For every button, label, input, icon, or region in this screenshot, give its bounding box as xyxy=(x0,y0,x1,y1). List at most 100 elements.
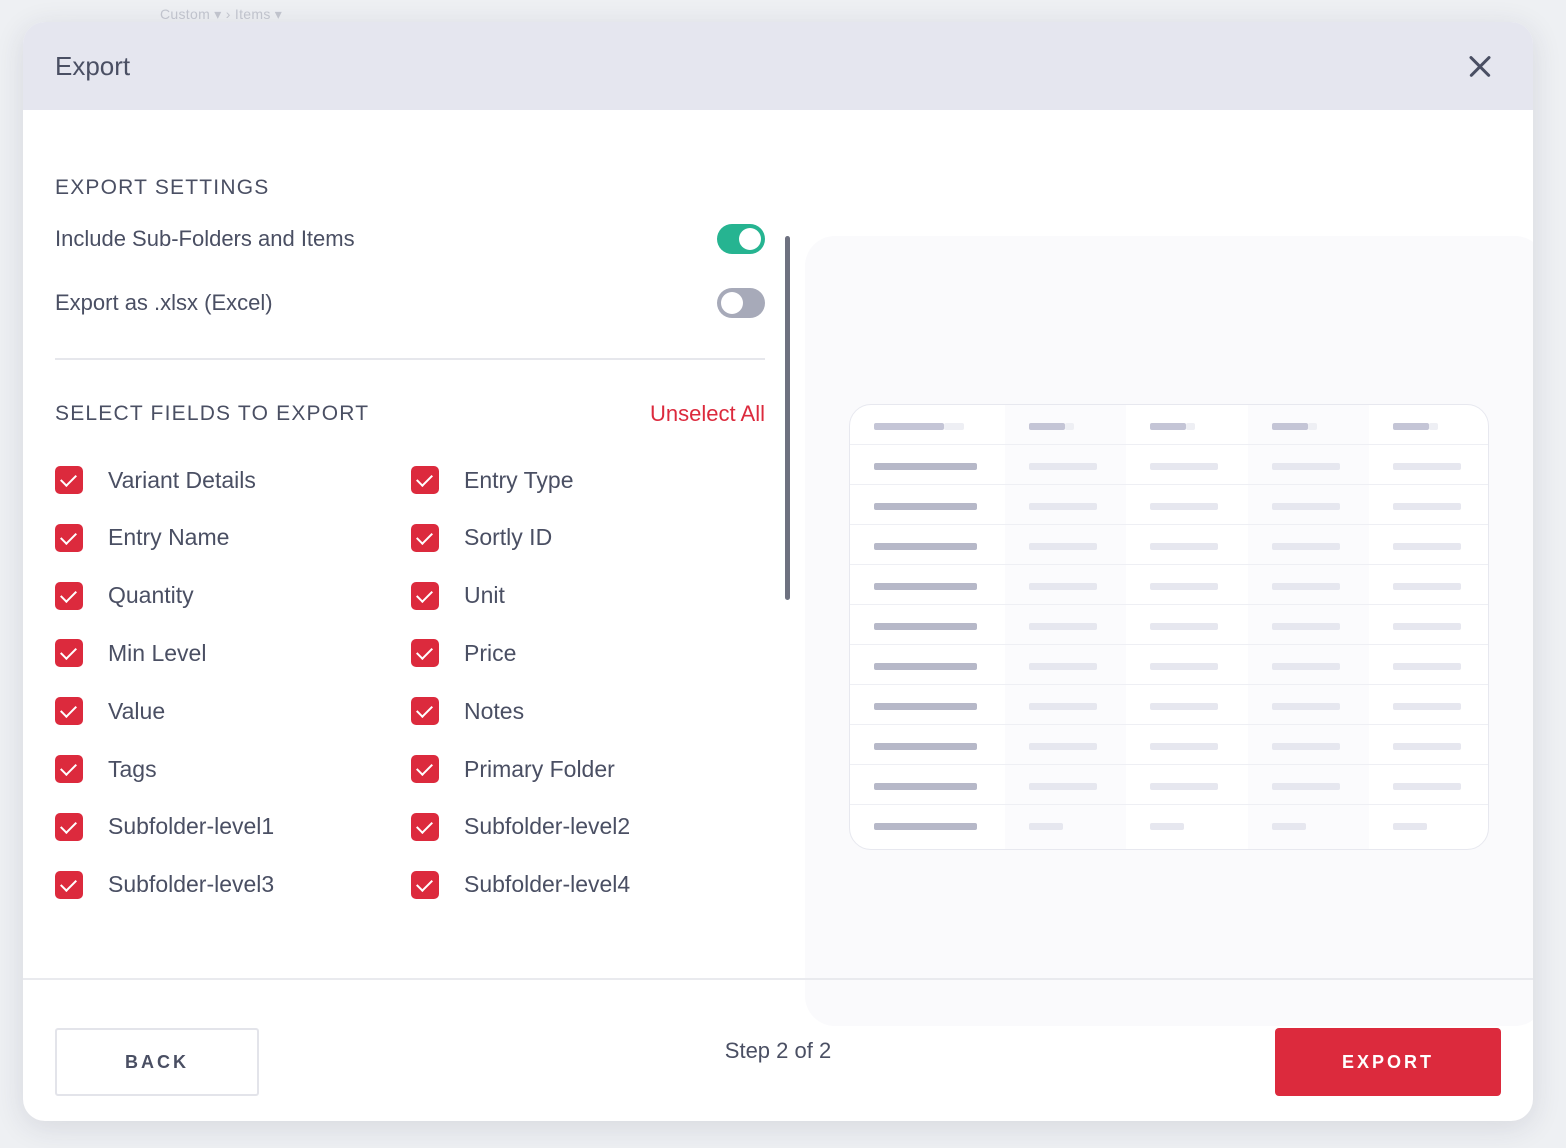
field-checkbox-item[interactable]: Subfolder-level1 xyxy=(55,811,274,843)
preview-header-row xyxy=(850,405,1488,445)
backdrop-breadcrumb: Custom ▾ › Items ▾ xyxy=(160,6,283,22)
check-icon[interactable] xyxy=(55,581,83,610)
export-settings-title: EXPORT SETTINGS xyxy=(55,176,270,199)
preview-row xyxy=(850,525,1488,565)
check-icon[interactable] xyxy=(411,755,439,783)
modal-footer: BACK Step 2 of 2 EXPORT xyxy=(23,978,1533,1121)
field-checkbox-item[interactable]: Min Level xyxy=(55,637,206,669)
preview-bar xyxy=(874,463,977,470)
select-fields-title: SELECT FIELDS TO EXPORT xyxy=(55,402,370,425)
check-icon[interactable] xyxy=(55,639,83,668)
preview-bar xyxy=(1150,463,1218,470)
check-icon[interactable] xyxy=(55,466,83,494)
preview-bar xyxy=(1272,543,1340,550)
field-checkbox-item[interactable]: Tags xyxy=(55,753,157,785)
preview-bar xyxy=(1029,623,1097,630)
check-icon[interactable] xyxy=(411,870,439,899)
preview-bar xyxy=(1272,623,1340,630)
field-checkbox-item[interactable]: Entry Name xyxy=(55,522,229,554)
check-icon[interactable] xyxy=(411,812,439,841)
preview-bar xyxy=(1150,503,1218,510)
preview-bar xyxy=(1393,543,1461,550)
preview-bar xyxy=(874,663,977,670)
preview-bar xyxy=(1150,703,1218,710)
field-checkbox-item[interactable]: Price xyxy=(411,637,516,669)
check-icon[interactable] xyxy=(55,697,83,726)
preview-bar xyxy=(874,583,977,590)
check-icon[interactable] xyxy=(411,697,439,726)
check-icon[interactable] xyxy=(55,755,83,783)
field-label: Min Level xyxy=(108,639,207,666)
preview-bar xyxy=(1029,663,1097,670)
field-label: Value xyxy=(108,697,166,724)
preview-row xyxy=(850,645,1488,685)
check-icon[interactable] xyxy=(55,870,83,899)
field-label: Price xyxy=(464,639,517,666)
check-icon[interactable] xyxy=(411,639,439,668)
preview-bar xyxy=(1393,823,1427,830)
scrollbar[interactable] xyxy=(785,236,790,600)
preview-bar xyxy=(1029,503,1097,510)
preview-bar xyxy=(1308,423,1317,430)
preview-row xyxy=(850,765,1488,805)
export-preview xyxy=(805,236,1533,1026)
preview-bar xyxy=(874,703,977,710)
preview-bar xyxy=(874,783,977,790)
check-icon[interactable] xyxy=(55,523,83,552)
unselect-all-link[interactable]: Unselect All xyxy=(650,401,765,427)
field-checkbox-item[interactable]: Subfolder-level3 xyxy=(55,869,274,901)
field-checkbox-item[interactable]: Entry Type xyxy=(411,464,574,496)
preview-bar xyxy=(1393,703,1461,710)
preview-bar xyxy=(1393,503,1461,510)
export-button[interactable]: EXPORT xyxy=(1275,1028,1501,1096)
check-icon[interactable] xyxy=(411,581,439,610)
field-checkbox-item[interactable]: Notes xyxy=(411,695,524,727)
preview-bar xyxy=(1272,583,1340,590)
field-checkbox-item[interactable]: Subfolder-level2 xyxy=(411,811,630,843)
close-icon[interactable] xyxy=(1463,49,1497,83)
preview-bar xyxy=(1429,423,1438,430)
preview-bar xyxy=(1272,663,1340,670)
modal-body: EXPORT SETTINGS Include Sub-Folders and … xyxy=(23,110,1533,1026)
export-xlsx-toggle[interactable] xyxy=(717,288,765,318)
field-checkbox-item[interactable]: Primary Folder xyxy=(411,753,615,785)
preview-bar xyxy=(1150,743,1218,750)
preview-bar xyxy=(1393,663,1461,670)
preview-bar xyxy=(1029,823,1063,830)
preview-row xyxy=(850,725,1488,765)
preview-bar xyxy=(874,503,977,510)
modal-header: Export xyxy=(23,22,1533,110)
preview-bar xyxy=(874,623,977,630)
check-icon[interactable] xyxy=(55,812,83,841)
field-checkbox-item[interactable]: Subfolder-level4 xyxy=(411,869,630,901)
preview-row xyxy=(850,565,1488,605)
preview-bar xyxy=(1272,423,1308,430)
preview-bar xyxy=(1393,623,1461,630)
preview-bar xyxy=(1150,663,1218,670)
preview-row xyxy=(850,485,1488,525)
fields-header: SELECT FIELDS TO EXPORT Unselect All xyxy=(55,401,765,427)
field-checkbox-item[interactable]: Value xyxy=(55,695,165,727)
include-subfolders-toggle[interactable] xyxy=(717,224,765,254)
preview-bar xyxy=(1393,743,1461,750)
preview-bar xyxy=(1029,543,1097,550)
field-checkbox-item[interactable]: Unit xyxy=(411,580,505,612)
preview-bar xyxy=(1150,423,1186,430)
preview-bar xyxy=(1029,783,1097,790)
field-label: Subfolder-level4 xyxy=(464,871,631,898)
field-label: Quantity xyxy=(108,582,194,609)
preview-bar xyxy=(1150,583,1218,590)
setting-label: Include Sub-Folders and Items xyxy=(55,226,355,251)
field-label: Tags xyxy=(108,755,157,782)
preview-table-illustration xyxy=(849,404,1489,850)
check-icon[interactable] xyxy=(411,466,439,494)
toggle-knob xyxy=(739,228,761,250)
modal-title: Export xyxy=(55,50,131,81)
check-icon[interactable] xyxy=(411,523,439,552)
preview-bar xyxy=(1029,423,1065,430)
field-checkbox-item[interactable]: Quantity xyxy=(55,580,194,612)
preview-bar xyxy=(1272,743,1340,750)
field-checkbox-item[interactable]: Variant Details xyxy=(55,464,256,496)
field-checkbox-item[interactable]: Sortly ID xyxy=(411,522,552,554)
preview-row xyxy=(850,685,1488,725)
